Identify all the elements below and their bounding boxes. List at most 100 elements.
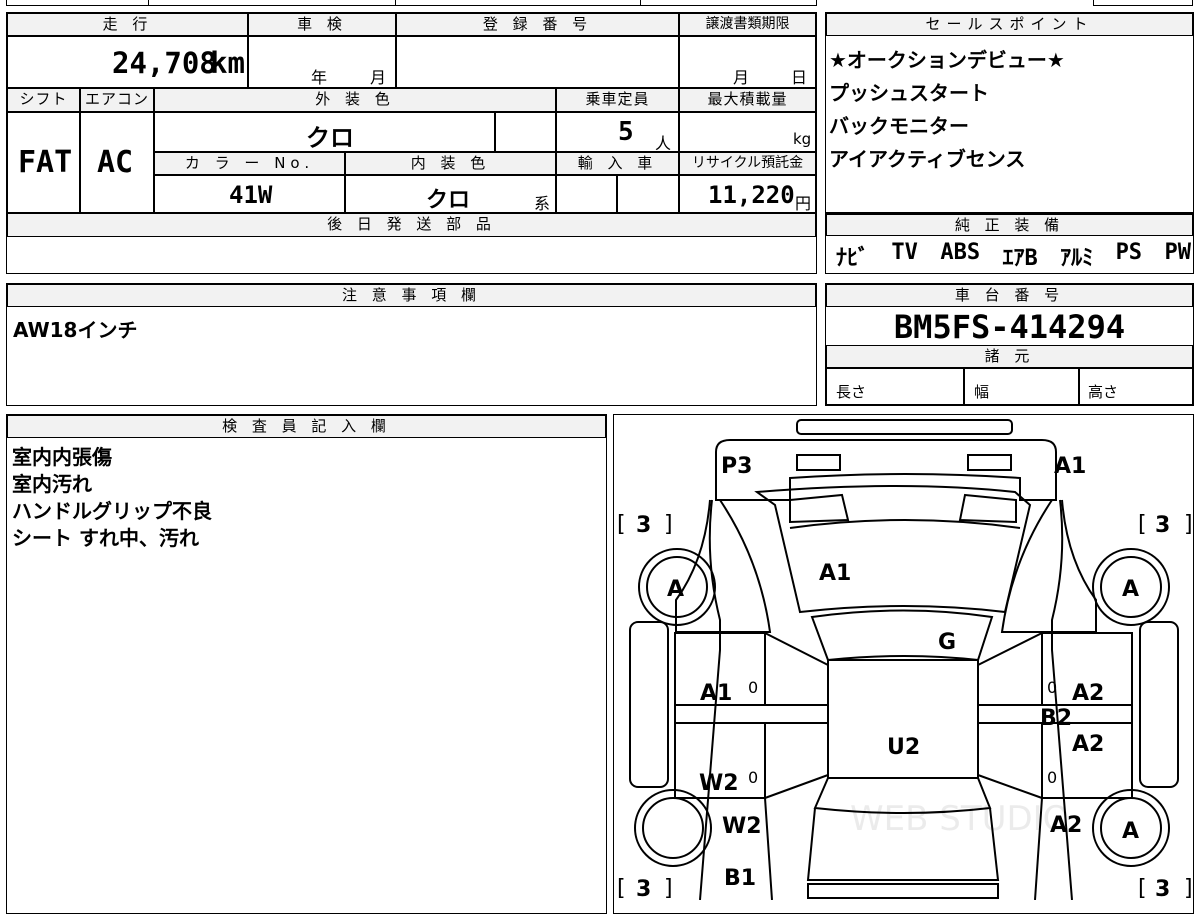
mark-roof: U2: [887, 735, 920, 760]
exterior-color-extra-cell: [495, 112, 556, 152]
top-stub-right: [1093, 0, 1193, 6]
registration-header: 登 録 番 号: [396, 13, 679, 36]
hood-outline: [754, 485, 1032, 614]
tread-fr-value: 3: [1155, 513, 1170, 538]
color-number-value: 41W: [229, 181, 273, 209]
aircon-header: エアコン: [80, 88, 154, 112]
inspection-header: 車 検: [248, 13, 396, 36]
top-stub-row: [6, 0, 817, 6]
exterior-color-value: クロ: [306, 124, 354, 152]
mark-hood: A1: [819, 561, 851, 586]
later-parts-header: 後 日 発 送 部 品: [7, 213, 816, 237]
shift-header: シフト: [7, 88, 80, 112]
mark-windshield: G: [938, 630, 956, 655]
inspector-line: 室内内張傷: [12, 445, 112, 469]
left-side-step: [629, 621, 669, 788]
equipment-item: ABS: [940, 240, 981, 265]
equipment-item: ｴｱB: [1002, 246, 1038, 271]
front-bumper-strip: [796, 419, 1013, 435]
zero-mark: 0: [748, 768, 758, 787]
left-door-pillar: [764, 632, 829, 799]
inspector-line: シート すれ中、汚れ: [12, 526, 199, 550]
front-light-right: [967, 454, 1012, 471]
transfer-deadline-header: 譲渡書類期限: [679, 13, 816, 36]
height-label: 高さ: [1088, 383, 1119, 401]
roof-outline: [827, 659, 979, 779]
chassis-number: BM5FS-414294: [893, 308, 1126, 346]
mark-left-front-fender: A1: [700, 681, 732, 706]
mark-left-rear-fender: W2: [722, 814, 762, 839]
capacity-value: 5: [618, 117, 634, 147]
tread-rl-bracket-left: [: [617, 876, 626, 900]
chassis-header: 車 台 番 号: [826, 284, 1193, 307]
equipment-header: 純 正 装 備: [826, 214, 1193, 236]
front-light-left: [796, 454, 841, 471]
color-number-header: カ ラ ー No.: [154, 152, 345, 175]
top-stub-divider: [148, 0, 149, 6]
windshield-outline: [810, 609, 994, 662]
equipment-item: PW: [1164, 240, 1191, 265]
watermark: WEB STUDIO: [850, 799, 1069, 839]
capacity-header: 乗車定員: [556, 88, 679, 112]
tread-rl-bracket-right: ]: [664, 876, 673, 900]
length-label: 長さ: [836, 383, 867, 401]
tread-fr-bracket-right: ]: [1184, 512, 1193, 537]
sales-point: プッシュスタート: [829, 81, 989, 105]
inspector-header: 検 査 員 記 入 欄: [7, 415, 606, 438]
equipment-item: ｱﾙﾐ: [1060, 246, 1094, 271]
capacity-unit: 人: [655, 134, 672, 153]
sales-point: ★オークションデビュー★: [829, 48, 1065, 72]
transfer-month: 月: [733, 68, 750, 87]
mileage-value: 24,708: [112, 46, 217, 80]
inspection-year: 年: [311, 68, 328, 87]
interior-color-value: クロ: [426, 188, 471, 213]
max-load-header: 最大積載量: [679, 88, 816, 112]
car-diagram: [ 3 ] [ 3 ] [ 3 ] [ 3 ] P3 A1 A1 G A A A…: [617, 419, 1193, 900]
mileage-header: 走 行: [7, 13, 248, 36]
mark-tire-fr: A: [1122, 577, 1139, 602]
mark-tire-fl: A: [667, 577, 684, 602]
mark-rear-left: B1: [724, 866, 756, 891]
tread-rr-bracket-right: ]: [1184, 876, 1193, 900]
mileage-unit: km: [210, 46, 245, 80]
inspection-month: 月: [370, 68, 387, 87]
tread-rr-value: 3: [1155, 877, 1170, 900]
inspector-notes: 室内内張傷 室内汚れ ハンドルグリップ不良 シート すれ中、汚れ: [12, 441, 212, 550]
notes-header: 注 意 事 項 欄: [7, 284, 816, 307]
sales-points-list: ★オークションデビュー★ プッシュスタート バックモニター アイアクティブセンス: [829, 44, 1065, 176]
mark-left-rear-door: W2: [699, 771, 739, 796]
import-cell-a: [556, 175, 617, 213]
tire-rear-left-inner: [642, 797, 704, 859]
aircon-value: AC: [97, 145, 134, 180]
specs-header: 諸 元: [826, 345, 1193, 368]
mark-tire-rr: A: [1122, 819, 1139, 844]
top-stub-divider: [640, 0, 641, 6]
interior-color-suffix: 系: [534, 194, 551, 213]
equipment-item: PS: [1115, 240, 1143, 265]
wiper-right: [958, 493, 1017, 524]
recycle-fee-value: 11,220: [708, 181, 795, 209]
right-side-step: [1139, 621, 1179, 788]
recycle-fee-unit: 円: [795, 194, 812, 213]
registration-cell: [396, 36, 679, 88]
recycle-fee-header: リサイクル預託金: [679, 152, 816, 175]
mark-right-front-door: B2: [1040, 706, 1072, 731]
inspector-line: ハンドルグリップ不良: [12, 499, 212, 523]
mark-front-right: A1: [1054, 454, 1086, 479]
exterior-color-header: 外 装 色: [154, 88, 556, 112]
zero-mark: 0: [748, 678, 758, 697]
equipment-item: TV: [891, 240, 918, 265]
tread-fl-bracket-right: ]: [664, 512, 673, 537]
inspector-line: 室内汚れ: [12, 472, 92, 496]
zero-mark: 0: [1047, 768, 1057, 787]
top-stub-divider: [395, 0, 396, 6]
width-label: 幅: [974, 383, 990, 401]
tread-rr-bracket-left: [: [1138, 876, 1147, 900]
zero-mark: 0: [1047, 678, 1057, 697]
left-door-trim: [674, 704, 829, 724]
tread-fl-bracket-left: [: [617, 512, 626, 537]
tread-fl-value: 3: [636, 513, 651, 538]
front-fender-left: [675, 499, 772, 633]
import-cell-b: [617, 175, 679, 213]
mark-right-front-door-2: A2: [1072, 732, 1104, 757]
